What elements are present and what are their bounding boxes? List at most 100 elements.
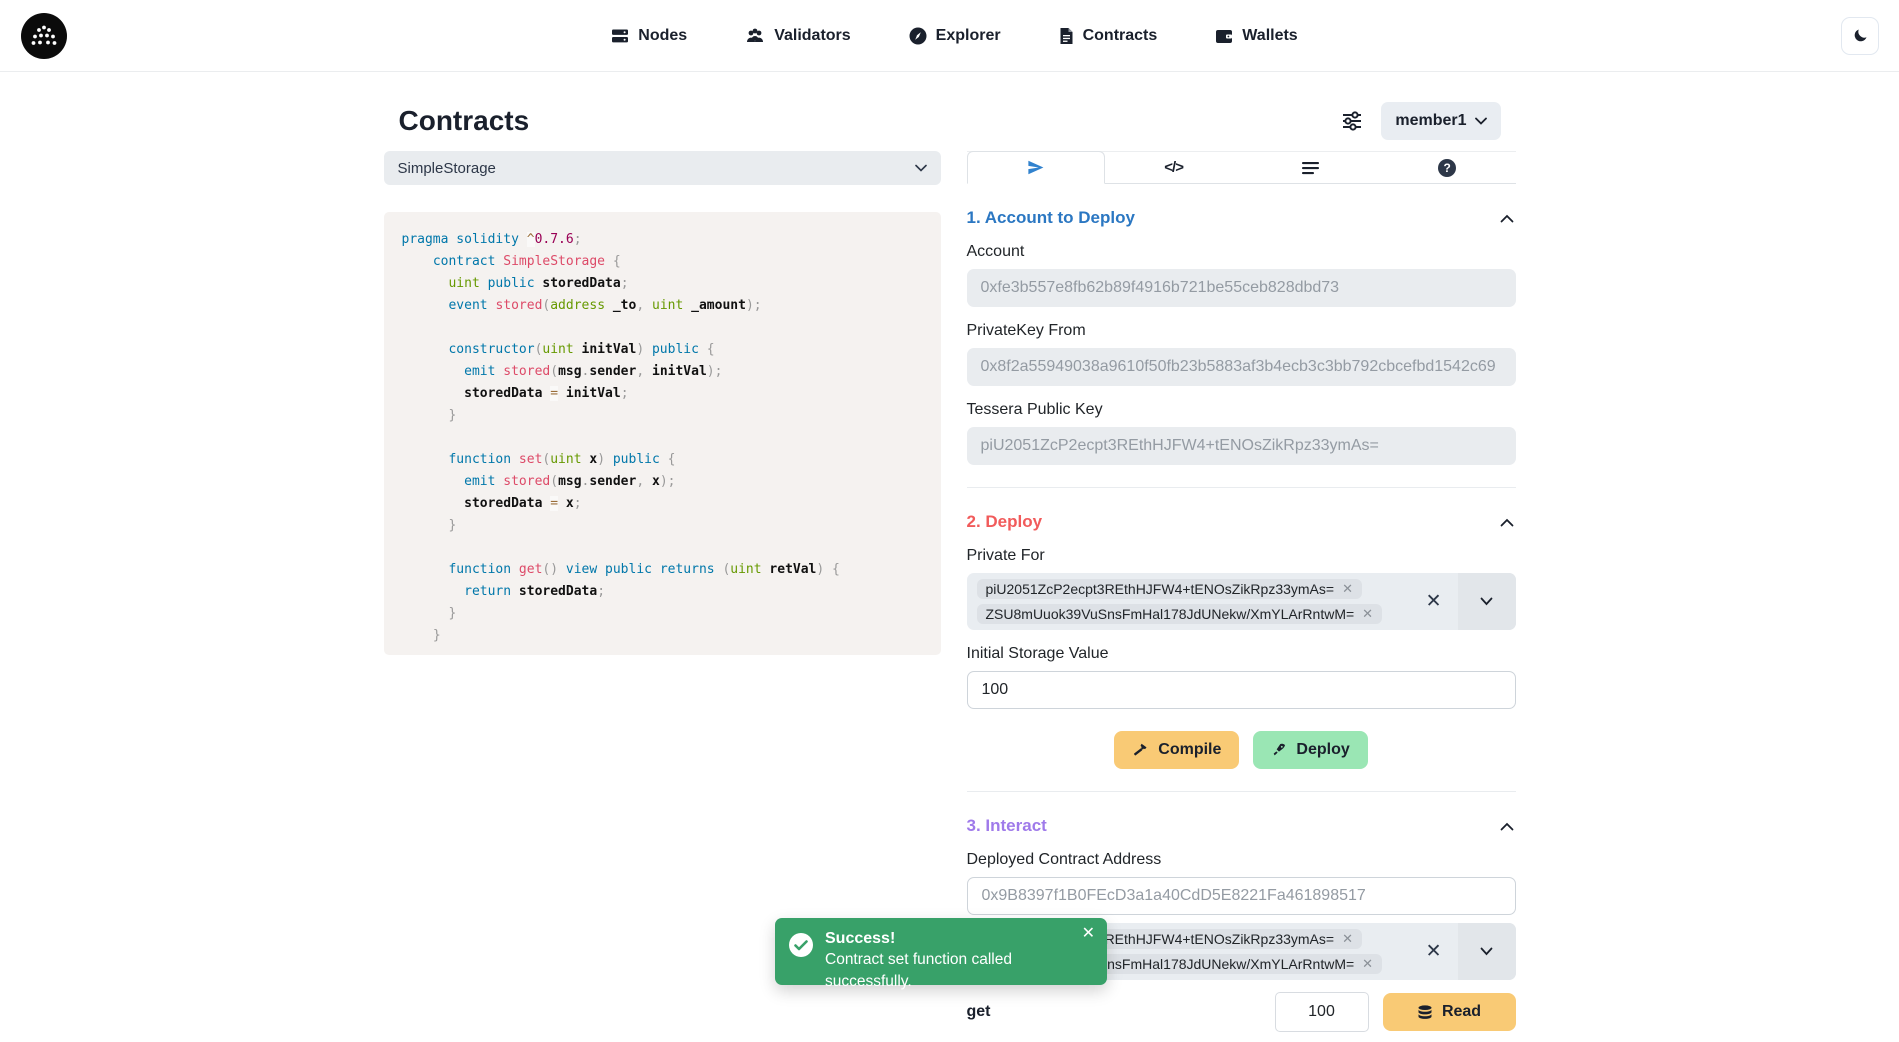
- dark-mode-toggle-button[interactable]: [1841, 17, 1879, 55]
- privatekey-input[interactable]: [967, 348, 1516, 386]
- panel-tabs: </> ?: [967, 151, 1516, 184]
- settings-sliders-icon[interactable]: [1341, 111, 1363, 131]
- tessera-key-input[interactable]: [967, 427, 1516, 465]
- main-content: Contracts member1 SimpleStorage: [384, 102, 1516, 1042]
- nav-item-contracts[interactable]: Contracts: [1059, 27, 1158, 45]
- deployed-address-label: Deployed Contract Address: [967, 851, 1516, 869]
- tessera-key-label: Tessera Public Key: [967, 401, 1516, 419]
- remove-tag-icon[interactable]: ✕: [1362, 606, 1373, 622]
- deploy-panel: </> ? 1. Account to Deploy: [967, 151, 1516, 1042]
- collapse-section-button[interactable]: [1498, 516, 1516, 529]
- nav-menu: Nodes Validators Explorer Con: [68, 27, 1841, 45]
- get-function-row: get Read: [967, 992, 1516, 1032]
- question-icon: ?: [1438, 159, 1456, 177]
- deploy-button[interactable]: Deploy: [1253, 731, 1367, 769]
- deployed-address-input[interactable]: [967, 877, 1516, 915]
- tessera-tag: ZSU8mUuok39VuSnsFmHal178JdUNekw/XmYLArRn…: [977, 604, 1383, 624]
- compass-icon: [909, 27, 927, 45]
- besu-dots-logo-icon: [20, 12, 68, 60]
- section-heading: 2. Deploy: [967, 512, 1043, 532]
- success-toast: Success! Contract set function called su…: [775, 918, 1107, 985]
- clear-all-icon[interactable]: ✕: [1410, 573, 1458, 630]
- private-for-multiselect[interactable]: piU2051ZcP2ecpt3REthHJFW4+tENOsZikRpz33y…: [967, 573, 1516, 630]
- tag-text: piU2051ZcP2ecpt3REthHJFW4+tENOsZikRpz33y…: [986, 581, 1335, 597]
- navbar: Nodes Validators Explorer Con: [0, 0, 1899, 72]
- page-title: Contracts: [399, 105, 530, 137]
- account-label: Account: [967, 243, 1516, 261]
- get-result-input[interactable]: [1275, 992, 1369, 1032]
- initial-storage-label: Initial Storage Value: [967, 645, 1516, 663]
- toast-message: Contract set function called successfull…: [825, 949, 1093, 993]
- section-divider: [967, 791, 1516, 792]
- header-controls: member1: [1341, 102, 1500, 140]
- section-heading: 1. Account to Deploy: [967, 208, 1135, 228]
- deploy-actions: Compile Deploy: [967, 731, 1516, 769]
- multiselect-toggle[interactable]: [1458, 923, 1516, 980]
- chevron-down-icon: [1475, 117, 1487, 125]
- check-circle-icon: [789, 933, 813, 957]
- wallet-icon: [1215, 28, 1233, 44]
- toast-title: Success!: [825, 929, 1093, 949]
- multiselect-toggle[interactable]: [1458, 573, 1516, 630]
- remove-tag-icon[interactable]: ✕: [1342, 581, 1353, 597]
- rocket-icon: [1271, 742, 1287, 758]
- chevron-up-icon: [1500, 518, 1514, 527]
- app-logo: [20, 12, 68, 60]
- tab-deploy[interactable]: [967, 151, 1106, 184]
- users-icon: [745, 27, 765, 45]
- account-input[interactable]: [967, 269, 1516, 307]
- get-function-label: get: [967, 1003, 991, 1021]
- hammer-icon: [1132, 742, 1149, 759]
- read-button[interactable]: Read: [1383, 993, 1516, 1031]
- contract-select-value: SimpleStorage: [398, 160, 496, 177]
- server-icon: [611, 27, 629, 45]
- nav-label: Explorer: [936, 27, 1001, 45]
- read-button-label: Read: [1442, 1003, 1481, 1021]
- section-heading: 3. Interact: [967, 816, 1047, 836]
- chevron-up-icon: [1500, 214, 1514, 223]
- contract-file-icon: [1059, 27, 1074, 45]
- nav-label: Validators: [774, 27, 850, 45]
- collapse-section-button[interactable]: [1498, 212, 1516, 225]
- nav-label: Nodes: [638, 27, 687, 45]
- database-icon: [1417, 1005, 1433, 1020]
- section-account-to-deploy: 1. Account to Deploy Account PrivateKey …: [967, 208, 1516, 488]
- private-for-label: Private For: [967, 547, 1516, 565]
- list-icon: [1302, 161, 1319, 175]
- privatekey-label: PrivateKey From: [967, 322, 1516, 340]
- tag-text: ZSU8mUuok39VuSnsFmHal178JdUNekw/XmYLArRn…: [986, 606, 1355, 622]
- nav-label: Contracts: [1083, 27, 1158, 45]
- chevron-up-icon: [1500, 822, 1514, 831]
- compile-button[interactable]: Compile: [1114, 731, 1239, 769]
- section-deploy: 2. Deploy Private For piU2051ZcP2ecpt3RE…: [967, 512, 1516, 792]
- clear-all-icon[interactable]: ✕: [1410, 923, 1458, 980]
- code-block: pragma solidity ^0.7.6; contract SimpleS…: [384, 212, 941, 655]
- contract-source-column: SimpleStorage pragma solidity ^0.7.6; co…: [384, 151, 941, 655]
- code-icon: </>: [1164, 159, 1183, 176]
- content-columns: SimpleStorage pragma solidity ^0.7.6; co…: [384, 151, 1516, 1042]
- nav-item-wallets[interactable]: Wallets: [1215, 27, 1297, 45]
- contract-select-dropdown[interactable]: SimpleStorage: [384, 151, 941, 185]
- moon-icon: [1852, 27, 1869, 44]
- tab-code[interactable]: </>: [1105, 152, 1242, 183]
- toast-close-icon[interactable]: ✕: [1082, 926, 1095, 942]
- collapse-section-button[interactable]: [1498, 820, 1516, 833]
- tab-logs[interactable]: [1242, 152, 1379, 183]
- deploy-button-label: Deploy: [1296, 741, 1349, 759]
- member-selector-value: member1: [1395, 112, 1466, 130]
- page-header: Contracts member1: [384, 102, 1516, 140]
- multiselect-tags: piU2051ZcP2ecpt3REthHJFW4+tENOsZikRpz33y…: [967, 573, 1410, 630]
- tab-help[interactable]: ?: [1379, 152, 1516, 183]
- section-divider: [967, 487, 1516, 488]
- nav-item-validators[interactable]: Validators: [745, 27, 850, 45]
- nav-item-explorer[interactable]: Explorer: [909, 27, 1001, 45]
- member-selector-dropdown[interactable]: member1: [1381, 102, 1500, 140]
- remove-tag-icon[interactable]: ✕: [1362, 956, 1373, 972]
- nav-item-nodes[interactable]: Nodes: [611, 27, 687, 45]
- initial-storage-input[interactable]: [967, 671, 1516, 709]
- remove-tag-icon[interactable]: ✕: [1342, 931, 1353, 947]
- chevron-down-icon: [1480, 947, 1493, 956]
- chevron-down-icon: [915, 164, 927, 172]
- tessera-tag: piU2051ZcP2ecpt3REthHJFW4+tENOsZikRpz33y…: [977, 579, 1362, 599]
- compile-button-label: Compile: [1158, 741, 1221, 759]
